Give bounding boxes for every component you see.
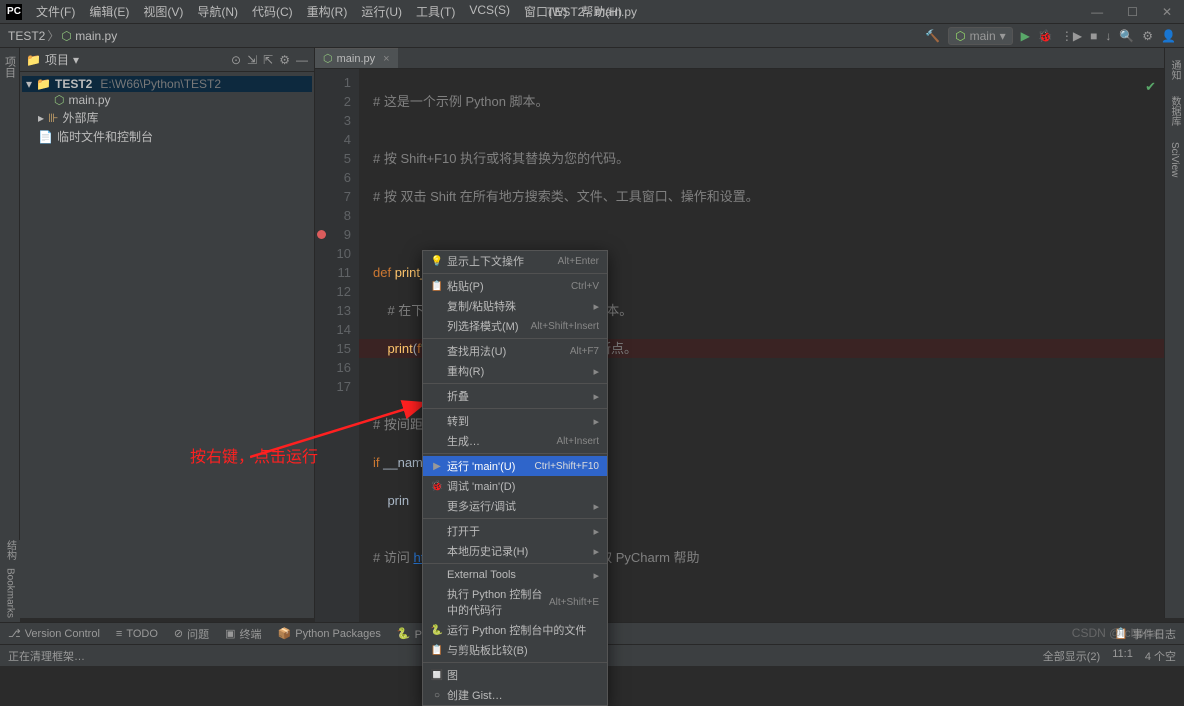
collapse-all-icon[interactable]: ⇱ <box>263 53 273 67</box>
app-logo-icon: PC <box>6 4 22 20</box>
context-menu-item[interactable]: ○创建 Gist… <box>423 685 607 705</box>
structure-tab[interactable]: 结构 <box>3 540 18 560</box>
chevron-down-icon: ▾ <box>1000 29 1006 43</box>
problems-toolwindow[interactable]: ⊘ 问题 <box>174 626 209 642</box>
build-icon[interactable]: 🔨 <box>925 29 940 43</box>
menu-code[interactable]: 代码(C) <box>246 1 299 22</box>
tree-scratches[interactable]: 📄 临时文件和控制台 <box>22 127 312 146</box>
settings-button[interactable]: ⚙ <box>1142 29 1153 43</box>
context-menu-item[interactable]: 复制/粘贴特殊▸ <box>423 296 607 316</box>
context-menu-item[interactable]: 转到▸ <box>423 411 607 431</box>
select-opened-file-icon[interactable]: ⊙ <box>231 53 241 67</box>
database-tab[interactable]: 数据库 <box>1165 92 1184 130</box>
project-sidebar: 📁 项目 ▾ ⊙ ⇲ ⇱ ⚙ — ▾📁 TEST2 E:\W66\Python\… <box>20 48 315 618</box>
context-menu-item[interactable]: 折叠▸ <box>423 386 607 406</box>
context-menu-item[interactable]: 打开于▸ <box>423 521 607 541</box>
scratch-icon: 📄 <box>38 130 53 144</box>
run-config-selector[interactable]: ⬡ main ▾ <box>948 27 1013 45</box>
breadcrumb-file[interactable]: ⬡ main.py <box>61 29 117 43</box>
editor-tabs: ⬡ main.py × <box>315 48 1164 69</box>
sidebar-title: 项目 <box>45 51 69 68</box>
context-menu-item[interactable]: 列选择模式(M)Alt+Shift+Insert <box>423 316 607 336</box>
context-menu-item[interactable]: 更多运行/调试▸ <box>423 496 607 516</box>
tree-file-main[interactable]: ⬡ main.py <box>22 92 312 108</box>
close-button[interactable]: ✕ <box>1156 5 1178 19</box>
library-icon: ⊪ <box>48 111 58 125</box>
menu-file[interactable]: 文件(F) <box>30 1 81 22</box>
folder-icon: 📁 <box>36 77 51 91</box>
sciview-tab[interactable]: SciView <box>1167 138 1182 181</box>
close-tab-icon[interactable]: × <box>383 53 389 65</box>
minimize-button[interactable]: — <box>1085 5 1109 19</box>
bookmarks-tab[interactable]: Bookmarks <box>5 568 16 618</box>
navigation-bar: TEST2 〉 ⬡ main.py 🔨 ⬡ main ▾ ▶ 🐞 ⋮▶ ■ ↓ … <box>0 24 1184 48</box>
context-menu-item[interactable]: ▶运行 'main'(U)Ctrl+Shift+F10 <box>423 456 607 476</box>
context-menu-item[interactable]: 📋粘贴(P)Ctrl+V <box>423 276 607 296</box>
menu-vcs[interactable]: VCS(S) <box>463 1 516 22</box>
run-button[interactable]: ▶ <box>1021 29 1030 43</box>
window-title: TEST2 - main.py <box>547 5 637 19</box>
python-packages-toolwindow[interactable]: 📦 Python Packages <box>278 627 381 640</box>
inspection-ok-icon[interactable]: ✔ <box>1145 79 1156 95</box>
left-bottom-stripe: 结构 Bookmarks <box>0 540 20 622</box>
avatar-icon[interactable]: 👤 <box>1161 29 1176 43</box>
right-tool-stripe: 通知 数据库 SciView <box>1164 48 1184 618</box>
status-all-show[interactable]: 全部显示(2) <box>1043 648 1100 664</box>
vcs-toolwindow[interactable]: ⎇ Version Control <box>8 627 100 640</box>
context-menu-item[interactable]: 生成…Alt+Insert <box>423 431 607 451</box>
status-caret-pos[interactable]: 11:1 <box>1112 648 1133 664</box>
settings-icon[interactable]: ⚙ <box>279 53 290 67</box>
context-menu-item[interactable]: 重构(R)▸ <box>423 361 607 381</box>
update-button[interactable]: ↓ <box>1105 29 1111 43</box>
gutter[interactable]: 12345678 91011121314151617 <box>315 69 359 628</box>
titlebar: PC 文件(F) 编辑(E) 视图(V) 导航(N) 代码(C) 重构(R) 运… <box>0 0 1184 24</box>
tab-main-py[interactable]: ⬡ main.py × <box>315 48 398 68</box>
tree-root[interactable]: ▾📁 TEST2 E:\W66\Python\TEST2 <box>22 76 312 92</box>
tree-external-libs[interactable]: ▸⊪ 外部库 <box>22 108 312 127</box>
left-tool-stripe: 项目 <box>0 48 20 618</box>
stop-button[interactable]: ■ <box>1090 29 1097 43</box>
notifications-tab[interactable]: 通知 <box>1165 56 1184 84</box>
python-file-icon: ⬡ <box>323 52 333 65</box>
menu-tools[interactable]: 工具(T) <box>410 1 461 22</box>
menu-edit[interactable]: 编辑(E) <box>83 1 135 22</box>
context-menu-item[interactable]: 本地历史记录(H)▸ <box>423 541 607 561</box>
hide-icon[interactable]: — <box>296 53 308 67</box>
project-tool-tab[interactable]: 项目 <box>0 52 20 82</box>
context-menu-item[interactable]: 执行 Python 控制台中的代码行Alt+Shift+E <box>423 584 607 620</box>
menu-refactor[interactable]: 重构(R) <box>301 1 354 22</box>
debug-button[interactable]: 🐞 <box>1038 29 1053 43</box>
more-run-button[interactable]: ⋮▶ <box>1061 29 1082 43</box>
watermark: CSDN @Ichocat <box>1072 626 1160 640</box>
chevron-down-icon[interactable]: ▾ <box>73 53 79 67</box>
status-message: 正在清理框架… <box>8 648 85 664</box>
search-everywhere-button[interactable]: 🔍 <box>1119 29 1134 43</box>
menu-navigate[interactable]: 导航(N) <box>191 1 244 22</box>
expand-all-icon[interactable]: ⇲ <box>247 53 257 67</box>
maximize-button[interactable]: ☐ <box>1121 5 1144 19</box>
context-menu-item[interactable]: 🐞调试 'main'(D) <box>423 476 607 496</box>
status-indent[interactable]: 4 个空 <box>1145 648 1176 664</box>
annotation-text: 按右键，点击运行 <box>190 443 318 467</box>
breadcrumb-root[interactable]: TEST2 <box>8 29 45 43</box>
project-tree[interactable]: ▾📁 TEST2 E:\W66\Python\TEST2 ⬡ main.py ▸… <box>20 72 314 150</box>
context-menu-item[interactable]: External Tools▸ <box>423 566 607 584</box>
python-file-icon: ⬡ <box>54 93 64 107</box>
context-menu-item[interactable]: 📋与剪贴板比较(B) <box>423 640 607 660</box>
folder-icon: 📁 <box>26 53 41 67</box>
context-menu-item[interactable]: 🔲图 <box>423 665 607 685</box>
context-menu-item[interactable]: 查找用法(U)Alt+F7 <box>423 341 607 361</box>
menu-run[interactable]: 运行(U) <box>355 1 408 22</box>
menu-view[interactable]: 视图(V) <box>137 1 189 22</box>
context-menu-item[interactable]: 🐍运行 Python 控制台中的文件 <box>423 620 607 640</box>
todo-toolwindow[interactable]: ≡ TODO <box>116 628 158 640</box>
editor-context-menu[interactable]: 💡显示上下文操作Alt+Enter 📋粘贴(P)Ctrl+V复制/粘贴特殊▸列选择… <box>422 250 608 706</box>
python-icon: ⬡ <box>955 29 965 43</box>
context-menu-item[interactable]: 💡显示上下文操作Alt+Enter <box>423 251 607 271</box>
terminal-toolwindow[interactable]: ▣ 终端 <box>225 626 261 642</box>
